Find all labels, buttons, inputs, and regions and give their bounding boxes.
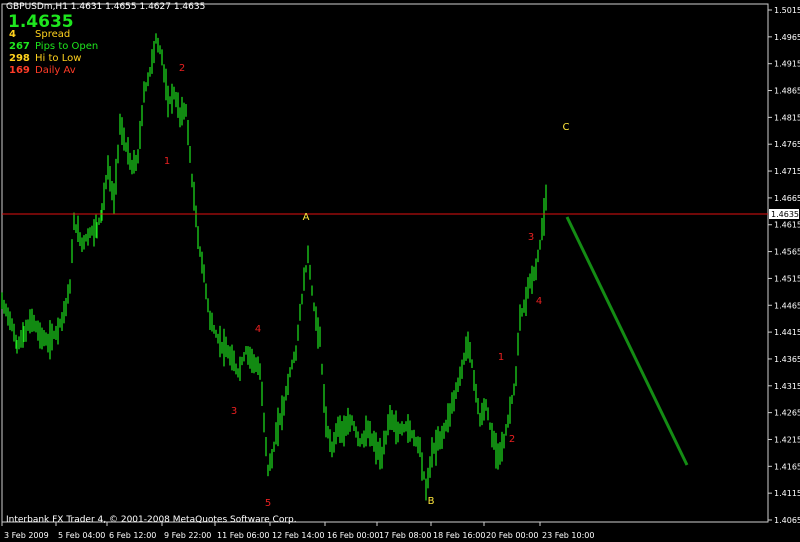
x-tick-label: 23 Feb 10:00 <box>542 531 594 540</box>
x-tick-label: 16 Feb 00:00 <box>327 531 379 540</box>
wave-label: A <box>303 212 310 223</box>
y-tick-label: 1.4615 <box>774 221 800 230</box>
stat-daily-value: 169 <box>9 65 30 76</box>
stat-hilo-label: Hi to Low <box>35 53 82 64</box>
wave-label: 1 <box>164 156 170 167</box>
stat-pips-to-open: 267 Pips to Open <box>9 41 98 52</box>
y-tick-label: 1.4365 <box>774 355 800 364</box>
y-tick-label: 1.4215 <box>774 435 800 444</box>
wave-label: 2 <box>179 63 185 74</box>
wave-label: 3 <box>528 232 534 243</box>
stat-daily-label: Daily Av <box>35 65 76 76</box>
stat-hilo-value: 298 <box>9 53 30 64</box>
y-tick-label: 1.4515 <box>774 274 800 283</box>
symbol-info-line: GBPUSDm,H1 1.4631 1.4655 1.4627 1.4635 <box>6 2 206 12</box>
x-tick-label: 12 Feb 14:00 <box>272 531 324 540</box>
stat-spread: 4 Spread <box>9 29 70 40</box>
y-tick-label: 1.4665 <box>774 194 800 203</box>
x-tick-label: 18 Feb 16:00 <box>433 531 485 540</box>
plot-frame <box>1 3 769 523</box>
y-tick-label: 1.4115 <box>774 489 800 498</box>
x-tick-label: 11 Feb 06:00 <box>217 531 269 540</box>
y-tick-label: 1.4415 <box>774 328 800 337</box>
y-tick-label: 1.4265 <box>774 409 800 418</box>
x-tick-label: 5 Feb 04:00 <box>58 531 105 540</box>
y-tick-label: 1.4165 <box>774 462 800 471</box>
wave-label: 1 <box>498 352 504 363</box>
price-chart[interactable]: 1.4635 2 1 4 3 5 A B C 1 2 3 4 1.5015 1.4965 1.4915 1.… <box>0 0 800 542</box>
stat-pips-label: Pips to Open <box>35 41 99 52</box>
x-tick-label: 17 Feb 08:00 <box>379 531 431 540</box>
stat-daily-av: 169 Daily Av <box>9 65 76 76</box>
y-tick-label: 1.4815 <box>774 113 800 122</box>
stat-spread-value: 4 <box>9 29 16 40</box>
wave-label: 4 <box>255 324 261 335</box>
stat-hi-to-low: 298 Hi to Low <box>9 53 81 64</box>
wave-label: B <box>428 496 435 507</box>
y-tick-label: 1.4465 <box>774 301 800 310</box>
y-tick-label: 1.4915 <box>774 60 800 69</box>
y-tick-label: 1.4865 <box>774 87 800 96</box>
x-tick-label: 20 Feb 00:00 <box>486 531 538 540</box>
x-tick-label: 6 Feb 12:00 <box>109 531 156 540</box>
x-tick-label: 3 Feb 2009 <box>4 531 49 540</box>
y-tick-label: 1.4315 <box>774 382 800 391</box>
wave-label: 5 <box>265 498 271 509</box>
y-tick-label: 1.5015 <box>774 6 800 15</box>
wave-label: C <box>563 122 570 133</box>
wave-c-projection-line <box>565 216 689 466</box>
y-tick-label: 1.4065 <box>774 516 800 525</box>
y-tick-label: 1.4765 <box>774 140 800 149</box>
y-tick-label: 1.4565 <box>774 248 800 257</box>
wave-label: 2 <box>509 434 515 445</box>
y-tick-label: 1.4965 <box>774 33 800 42</box>
wave-label: 4 <box>536 296 542 307</box>
x-tick-label: 9 Feb 22:00 <box>164 531 211 540</box>
copyright-footer: Interbank FX Trader 4, © 2001-2008 MetaQ… <box>6 515 297 525</box>
y-tick-label: 1.4715 <box>774 167 800 176</box>
stat-spread-label: Spread <box>35 29 71 40</box>
stat-pips-value: 267 <box>9 41 30 52</box>
wave-label: 3 <box>231 406 237 417</box>
current-price-label: 1.4635 <box>771 210 799 219</box>
